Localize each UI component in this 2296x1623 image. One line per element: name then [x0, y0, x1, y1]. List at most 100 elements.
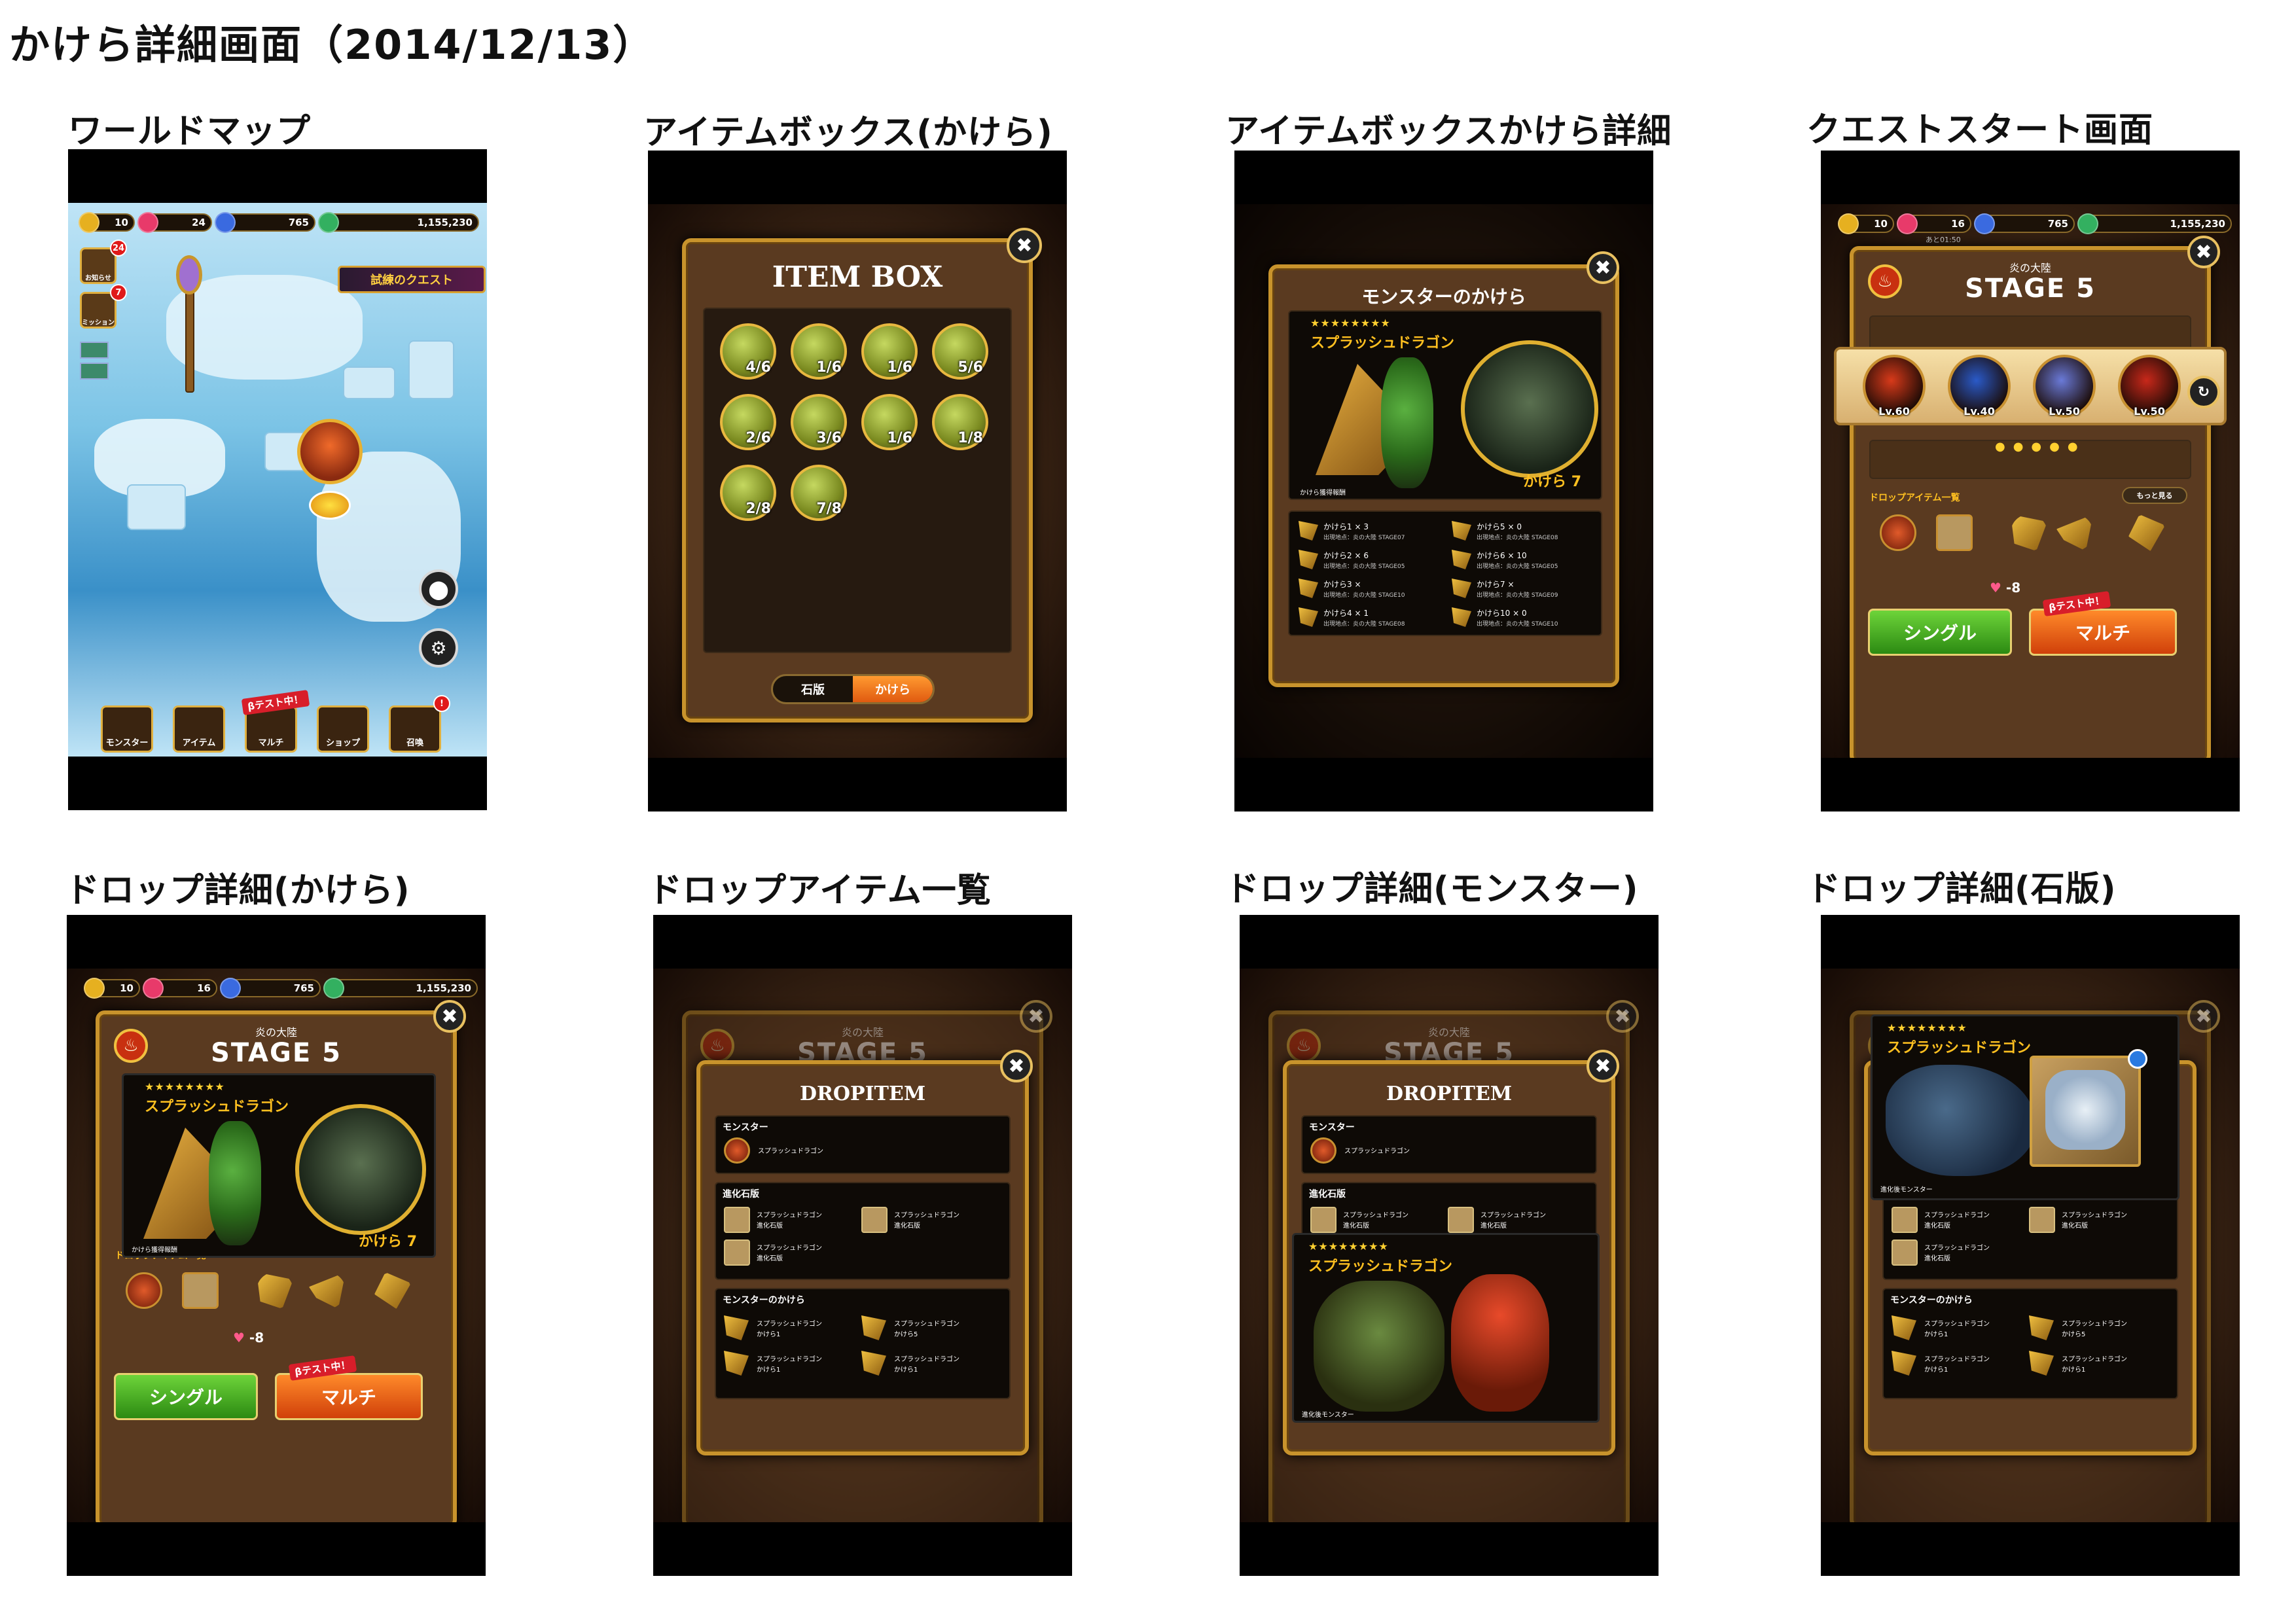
kakera-item[interactable]: 4/6: [720, 323, 776, 380]
reward-row: かけら4 × 1 出現地点：炎の大陸 STAGE08: [1299, 605, 1446, 631]
kakera-item[interactable]: 2/6: [720, 394, 776, 450]
kakera-item[interactable]: スプラッシュドラゴン かけら1: [2029, 1348, 2160, 1380]
kakera-item[interactable]: 3/6: [791, 394, 847, 450]
stone-item[interactable]: スプラッシュドラゴン 進化石版: [861, 1205, 992, 1236]
quest-frame: ♨ 炎の大陸 STAGE 5 ●●●●● ドロップアイテム一覧 もっと見る ♥ …: [1850, 246, 2211, 758]
kakera-item[interactable]: スプラッシュドラゴン かけら1: [1892, 1313, 2022, 1344]
rank-counter: 10: [79, 212, 135, 233]
multi-button[interactable]: マルチ: [275, 1373, 423, 1420]
drop-monster-icon[interactable]: [126, 1272, 162, 1309]
kakera-item[interactable]: スプラッシュドラゴン かけら5: [861, 1313, 992, 1344]
kakera-reward-list: かけら1 × 3 出現地点：炎の大陸 STAGE07 かけら5 × 0 出現地点：炎の…: [1288, 510, 1602, 636]
reward-row: かけら3 × 出現地点：炎の大陸 STAGE10: [1299, 576, 1446, 602]
side-slot[interactable]: [80, 363, 109, 380]
tab-kakera[interactable]: かけら: [853, 676, 933, 702]
label-quest-start: クエストスタート画面: [1806, 111, 2154, 150]
monster-thumb[interactable]: [724, 1137, 750, 1164]
refresh-icon[interactable]: ↻: [2187, 376, 2220, 408]
more-button[interactable]: もっと見る: [2122, 487, 2187, 504]
gold-counter[interactable]: 1,155,230: [318, 212, 479, 233]
kakera-item[interactable]: スプラッシュドラゴン かけら1: [861, 1348, 992, 1380]
stone-counter[interactable]: 765: [1974, 213, 2075, 234]
nav-monster[interactable]: モンスター: [101, 705, 153, 753]
nav-item[interactable]: アイテム: [173, 705, 225, 753]
kakera-item[interactable]: スプラッシュドラゴン かけら1: [1892, 1348, 2022, 1380]
close-icon[interactable]: ✖: [1007, 228, 1042, 263]
drop-kakera-icon[interactable]: [2011, 514, 2047, 551]
world-map-viewport: 10 24 765 1,155,230 お知らせ 24 ミッション 7 試練のク…: [68, 203, 487, 757]
nav-summon[interactable]: 召喚: [389, 705, 441, 753]
single-button[interactable]: シングル: [1868, 609, 2012, 656]
drop-kakera-icon[interactable]: [374, 1272, 411, 1309]
tab-stone[interactable]: 石版: [773, 676, 853, 702]
stone-item[interactable]: スプラッシュドラゴン 進化石版: [2029, 1205, 2160, 1236]
kakera-item[interactable]: 1/6: [861, 394, 918, 450]
drop-kakera-icon[interactable]: [2056, 514, 2093, 551]
kakera-piece-icon: [1299, 579, 1318, 598]
close-icon[interactable]: ✖: [1587, 251, 1619, 284]
drop-kakera-icon[interactable]: [257, 1272, 293, 1309]
kakera-item[interactable]: 5/6: [932, 323, 988, 380]
kakera-piece-icon: [1299, 607, 1318, 627]
party-member[interactable]: Lv.50: [2033, 355, 2096, 418]
close-icon[interactable]: ✖: [433, 1000, 466, 1033]
kakera-item[interactable]: 2/8: [720, 465, 776, 521]
drop-stone-icon[interactable]: [1936, 514, 1973, 551]
drop-stone-section: 進化石版 スプラッシュドラゴン 進化石版 スプラッシュドラゴン 進化石版 スプラ…: [715, 1182, 1011, 1280]
player-location-marker[interactable]: [297, 419, 363, 524]
settings-button[interactable]: ⚙: [419, 628, 458, 668]
close-icon[interactable]: ✖: [1020, 1000, 1052, 1033]
stone-thumb: [861, 1207, 888, 1233]
kakera-caption: かけら獲得報酬: [132, 1247, 177, 1254]
drop-monster-icon[interactable]: [1880, 514, 1916, 551]
stone-item[interactable]: スプラッシュドラゴン 進化石版: [1310, 1205, 1441, 1236]
monster-thumb-label: スプラッシュドラゴン: [758, 1148, 823, 1155]
member-level: Lv.40: [1964, 405, 1995, 418]
kakera-item[interactable]: 1/6: [861, 323, 918, 380]
drop-kakera-icon[interactable]: [2128, 514, 2165, 551]
kakera-item[interactable]: スプラッシュドラゴン かけら5: [2029, 1313, 2160, 1344]
gold-counter[interactable]: 1,155,230: [2077, 213, 2232, 234]
kakera-item[interactable]: スプラッシュドラゴン かけら1: [724, 1348, 855, 1380]
single-button[interactable]: シングル: [114, 1373, 258, 1420]
kakera-item[interactable]: 7/8: [791, 465, 847, 521]
party-member[interactable]: Lv.60: [1863, 355, 1926, 418]
kakera-item[interactable]: 1/8: [932, 394, 988, 450]
multi-button[interactable]: マルチ: [2029, 609, 2177, 656]
stone-item[interactable]: スプラッシュドラゴン 進化石版: [724, 1238, 855, 1268]
news-badge: 24: [110, 240, 127, 257]
stone-item[interactable]: スプラッシュドラゴン 進化石版: [1892, 1238, 2022, 1268]
trial-quest-banner[interactable]: 試練のクエスト: [338, 266, 486, 293]
kakera-item[interactable]: 1/6: [791, 323, 847, 380]
location-pin-button[interactable]: ⬤: [419, 569, 458, 609]
kakera-item[interactable]: スプラッシュドラゴン かけら1: [724, 1313, 855, 1344]
close-icon[interactable]: ✖: [1606, 1000, 1639, 1033]
close-icon[interactable]: ✖: [1000, 1050, 1033, 1082]
close-icon[interactable]: ✖: [1587, 1050, 1619, 1082]
coin-icon: [2077, 213, 2098, 234]
stone-thumb: [2029, 1207, 2055, 1233]
monster-thumb[interactable]: [1310, 1137, 1336, 1164]
stone-item[interactable]: スプラッシュドラゴン 進化石版: [1892, 1205, 2022, 1236]
drop-heading: ドロップアイテム一覧: [1869, 493, 1960, 503]
reward-row: かけら7 × 出現地点：炎の大陸 STAGE09: [1452, 576, 1600, 602]
stone-item[interactable]: スプラッシュドラゴン 進化石版: [724, 1205, 855, 1236]
drop-stone-icon[interactable]: [182, 1272, 219, 1309]
side-slot[interactable]: [80, 342, 109, 359]
drop-kakera-icon[interactable]: [309, 1272, 346, 1309]
mission-badge: 7: [110, 284, 127, 301]
stone-thumb: [1892, 1207, 1918, 1233]
stone-tooltip: ★★★★★★★★ スプラッシュドラゴン 進化後モンスター: [1871, 1014, 2179, 1200]
close-icon[interactable]: ✖: [2187, 236, 2220, 268]
kakera-piece-icon: [2029, 1315, 2054, 1340]
kakera-piece-icon: [724, 1351, 749, 1376]
kakera-count: 1/8: [958, 430, 983, 446]
stone-item[interactable]: スプラッシュドラゴン 進化石版: [1448, 1205, 1579, 1236]
close-icon[interactable]: ✖: [2187, 1000, 2220, 1033]
party-member[interactable]: Lv.40: [1948, 355, 2011, 418]
party-member[interactable]: Lv.50: [2118, 355, 2181, 418]
box-tab-switch: 石版 かけら: [771, 674, 935, 704]
stone-counter[interactable]: 765: [215, 212, 315, 233]
nav-shop[interactable]: ショップ: [317, 705, 369, 753]
drop-monster-section: モンスター スプラッシュドラゴン: [715, 1115, 1011, 1174]
